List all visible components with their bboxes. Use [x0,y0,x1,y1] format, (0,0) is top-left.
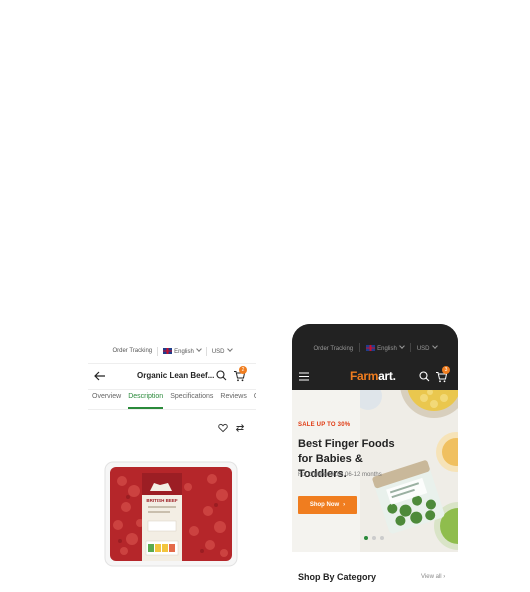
divider [409,343,411,352]
slider-dot[interactable] [380,536,384,540]
language-selector[interactable]: English [163,346,202,355]
utility-bar: Order Tracking English USD [292,324,458,364]
logo-text: Farm [350,369,379,383]
heart-icon[interactable] [218,423,228,433]
chevron-down-icon [226,346,233,352]
currency-label: USD [211,349,225,355]
product-tabs: Overview Description Specifications Revi… [88,390,256,409]
tab-description[interactable]: Description [124,390,166,409]
hero-subtitle: For children from 06-12 months [298,472,382,478]
chevron-down-icon [399,343,405,349]
tab-qa[interactable]: Q [250,390,256,409]
search-icon[interactable] [216,370,227,381]
product-detail-screen: Order Tracking English USD Organic Lean … [88,339,256,592]
tab-specifications[interactable]: Specifications [166,390,216,409]
tab-overview[interactable]: Overview [88,390,124,409]
package-label: BRITISH BEEF [146,498,178,503]
utility-bar: Order Tracking English USD [88,339,256,363]
chevron-down-icon [196,346,202,352]
cart-count-badge: 3 [442,366,450,374]
page-title: Organic Lean Beef... [137,371,215,380]
view-all-link[interactable]: View all › [421,574,445,580]
logo-accent-text: art. [378,369,396,383]
divider [359,343,361,352]
order-tracking-link[interactable]: Order Tracking [112,348,152,354]
shop-now-button[interactable]: Shop Now › [298,496,357,514]
divider [205,346,207,356]
showcase-canvas: Order Tracking English USD Organic Lean … [0,0,530,592]
hero-banner: SALE UP TO 30% Best Finger Foods for Bab… [292,390,458,552]
currency-label: USD [416,346,430,352]
uk-flag-icon [366,345,376,351]
currency-selector[interactable]: USD [211,346,233,355]
slider-dot[interactable] [364,536,368,540]
tab-reviews[interactable]: Reviews [216,390,249,409]
product-header: Organic Lean Beef... 2 [88,364,256,388]
sale-label: SALE UP TO 30% [298,422,351,428]
divider [88,409,256,410]
back-arrow-icon[interactable] [94,371,106,381]
slider-dot[interactable] [372,536,376,540]
section-title: Shop By Category [298,572,377,582]
slider-dots [364,536,384,540]
currency-selector[interactable]: USD [416,343,438,352]
search-icon[interactable] [419,371,430,382]
chevron-down-icon [431,343,438,349]
main-header: Farmart. 3 [292,364,458,390]
brand-logo[interactable]: Farmart. [350,369,396,383]
cart-count-badge: 2 [239,366,247,374]
chevron-right-icon: › [343,502,346,508]
compare-icon[interactable] [235,423,245,433]
uk-flag-icon [163,348,173,354]
language-label: English [174,349,194,355]
divider [157,346,159,356]
view-all-label: View all [421,574,442,580]
order-tracking-link[interactable]: Order Tracking [313,346,353,352]
menu-icon[interactable] [299,372,309,381]
language-selector[interactable]: English [366,343,405,352]
shop-now-label: Shop Now [309,502,340,508]
category-section: Shop By Category View all › [292,552,458,592]
language-label: English [377,346,397,352]
product-image: BRITISH BEEF [104,461,238,567]
mobile-home-screen: Order Tracking English USD Farmart. 3 SA… [292,324,458,592]
